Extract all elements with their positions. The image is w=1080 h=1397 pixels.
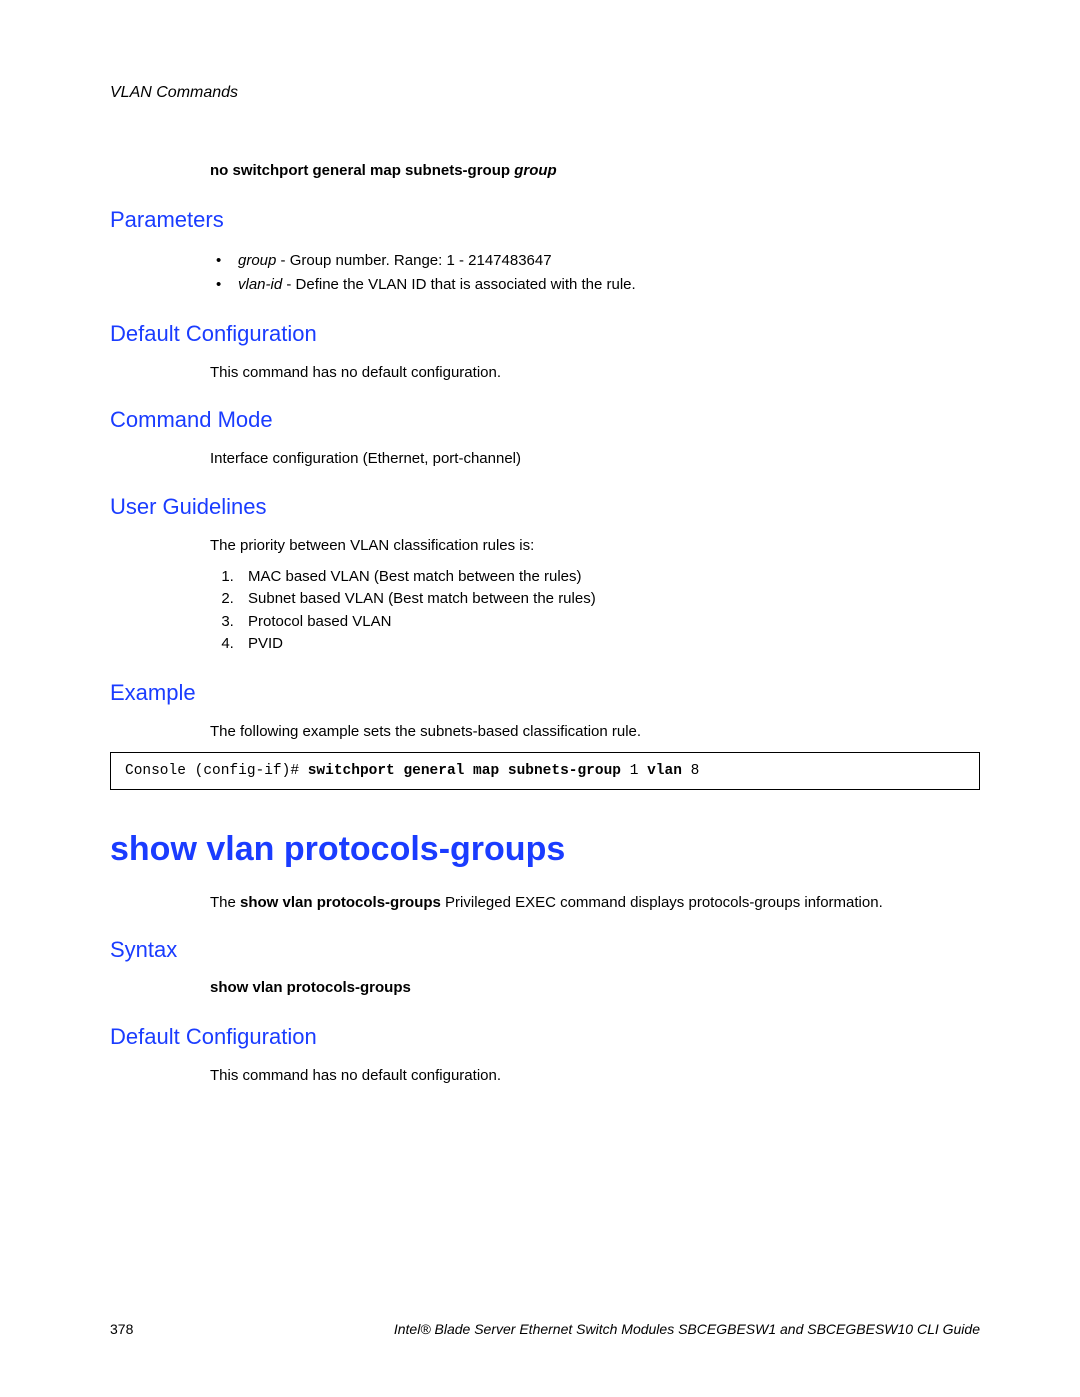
guide-title: Intel® Blade Server Ethernet Switch Modu… — [394, 1321, 980, 1337]
priority-item: Protocol based VLAN — [238, 611, 980, 634]
chapter-header: VLAN Commands — [110, 84, 980, 102]
desc-cmd-name: show vlan protocols-groups — [240, 894, 441, 911]
code-bold: vlan — [647, 763, 682, 779]
param-item: vlan-id - Define the VLAN ID that is ass… — [210, 273, 980, 297]
param-item: group - Group number. Range: 1 - 2147483… — [210, 249, 980, 273]
command-title: show vlan protocols-groups — [110, 830, 980, 869]
example-heading: Example — [110, 680, 980, 706]
code-plain: 8 — [682, 763, 699, 779]
command-description: The show vlan protocols-groups Privilege… — [210, 893, 980, 913]
default-config-text-2: This command has no default configuratio… — [210, 1066, 980, 1086]
command-mode-text: Interface configuration (Ethernet, port-… — [210, 449, 980, 469]
default-config-heading: Default Configuration — [110, 321, 980, 347]
page-number: 378 — [110, 1321, 133, 1337]
priority-item: PVID — [238, 633, 980, 656]
default-config-text: This command has no default configuratio… — [210, 363, 980, 383]
example-text: The following example sets the subnets-b… — [210, 722, 980, 742]
user-guidelines-intro: The priority between VLAN classification… — [210, 536, 980, 556]
code-bold: switchport general map subnets-group — [308, 763, 621, 779]
syntax-bold: no switchport general map subnets-group — [210, 162, 510, 179]
syntax-param: group — [514, 162, 557, 179]
command-mode-heading: Command Mode — [110, 407, 980, 433]
parameters-heading: Parameters — [110, 207, 980, 233]
syntax-heading: Syntax — [110, 937, 980, 963]
priority-item: MAC based VLAN (Best match between the r… — [238, 566, 980, 589]
default-config-heading-2: Default Configuration — [110, 1024, 980, 1050]
code-plain: 1 — [621, 763, 647, 779]
example-code-block: Console (config-if)# switchport general … — [110, 752, 980, 790]
user-guidelines-heading: User Guidelines — [110, 494, 980, 520]
parameters-list: group - Group number. Range: 1 - 2147483… — [210, 249, 980, 297]
document-page: VLAN Commands no switchport general map … — [0, 0, 1080, 1397]
code-plain: Console (config-if)# — [125, 763, 308, 779]
syntax-text: show vlan protocols-groups — [210, 979, 980, 996]
param-desc: - Define the VLAN ID that is associated … — [282, 276, 636, 293]
priority-item: Subnet based VLAN (Best match between th… — [238, 588, 980, 611]
no-command-syntax: no switchport general map subnets-group … — [210, 162, 980, 179]
page-footer: 378 Intel® Blade Server Ethernet Switch … — [110, 1321, 980, 1337]
param-desc: - Group number. Range: 1 - 2147483647 — [276, 252, 551, 269]
desc-post: Privileged EXEC command displays protoco… — [441, 894, 883, 911]
param-name: vlan-id — [238, 276, 282, 293]
param-name: group — [238, 252, 276, 269]
desc-pre: The — [210, 894, 240, 911]
priority-list: MAC based VLAN (Best match between the r… — [210, 566, 980, 656]
